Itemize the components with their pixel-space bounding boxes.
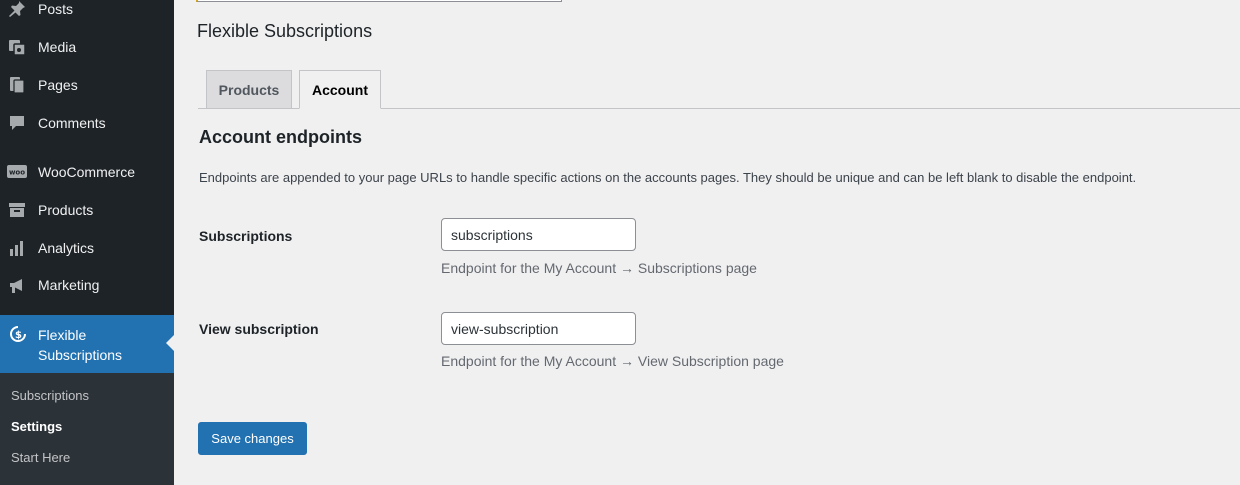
view-subscription-endpoint-help: Endpoint for the My Account → View Subsc… <box>441 353 784 369</box>
submenu-item-start-here[interactable]: Start Here <box>11 450 70 465</box>
sidebar-item-label: Marketing <box>38 277 100 293</box>
subscriptions-endpoint-help: Endpoint for the My Account → Subscripti… <box>441 260 757 276</box>
submenu-item-settings[interactable]: Settings <box>11 419 62 434</box>
sidebar-item-comments[interactable]: Comments <box>0 106 174 140</box>
sidebar-item-media[interactable]: Media <box>0 30 174 64</box>
subscriptions-icon: $ <box>8 324 28 344</box>
bar-chart-icon <box>7 238 27 258</box>
archive-icon <box>7 200 27 220</box>
view-subscription-label: View subscription <box>199 321 319 337</box>
active-menu-arrow <box>166 335 174 351</box>
submenu-item-subscriptions[interactable]: Subscriptions <box>11 388 89 403</box>
sidebar-item-analytics[interactable]: Analytics <box>0 231 174 265</box>
page-title: Flexible Subscriptions <box>197 21 373 41</box>
sidebar-item-label: Flexible Subscriptions <box>38 327 123 363</box>
sidebar-item-label: Analytics <box>38 240 95 256</box>
subscriptions-label: Subscriptions <box>199 228 293 244</box>
tab-products[interactable]: Products <box>206 70 292 109</box>
section-description: Endpoints are appended to your page URLs… <box>199 170 1137 185</box>
sidebar-item-label: Comments <box>38 115 106 131</box>
view-subscription-endpoint-input[interactable] <box>441 312 636 345</box>
section-title: Account endpoints <box>199 127 362 147</box>
sidebar-item-label: Posts <box>38 1 74 17</box>
top-input-edge <box>196 0 562 2</box>
subscriptions-endpoint-input[interactable] <box>441 218 636 251</box>
sidebar-item-pages[interactable]: Pages <box>0 68 174 102</box>
sidebar-item-label: WooCommerce <box>38 164 135 180</box>
pin-icon <box>7 0 27 19</box>
pages-icon <box>7 75 27 95</box>
sidebar-submenu: Subscriptions Settings Start Here <box>0 373 174 485</box>
sidebar-item-label: Pages <box>38 77 78 93</box>
sidebar-item-products[interactable]: Products <box>0 193 174 227</box>
media-icon <box>7 37 27 57</box>
sidebar-item-flexible-subscriptions[interactable]: $ Flexible Subscriptions <box>0 315 174 373</box>
admin-sidebar: Posts Media Pages Comments woo WooCommer… <box>0 0 174 485</box>
woocommerce-icon: woo <box>7 162 27 182</box>
comments-icon <box>7 113 27 133</box>
sidebar-item-label: Products <box>38 202 94 218</box>
sidebar-item-woocommerce[interactable]: woo WooCommerce <box>0 155 174 189</box>
woo-badge-text: woo <box>9 169 25 177</box>
tab-account[interactable]: Account <box>299 70 381 109</box>
save-changes-button[interactable]: Save changes <box>198 422 307 455</box>
megaphone-icon <box>7 275 27 295</box>
sidebar-item-marketing[interactable]: Marketing <box>0 268 174 302</box>
svg-text:$: $ <box>15 330 22 341</box>
sidebar-item-posts[interactable]: Posts <box>0 0 174 26</box>
sidebar-item-label: Media <box>38 39 77 55</box>
